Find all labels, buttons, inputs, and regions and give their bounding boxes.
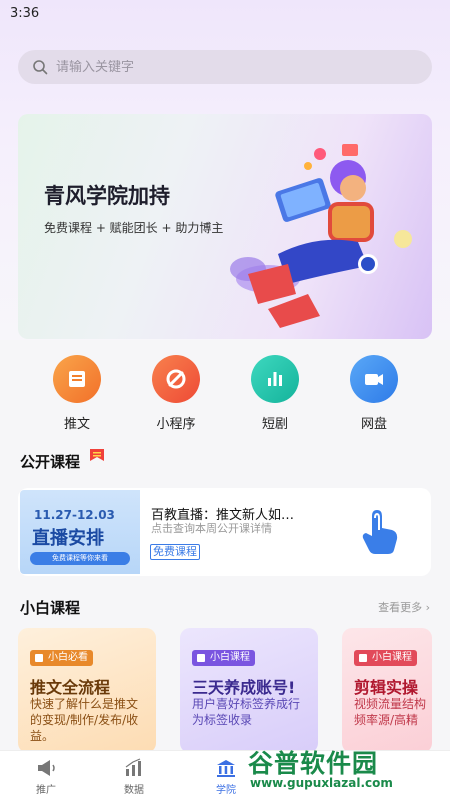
beginner-course-card[interactable]: 小白课程 三天养成账号! 用户喜好标签养成行为标签收录 xyxy=(180,628,318,753)
watermark-text: 谷普软件园 xyxy=(248,749,379,778)
hot-icon xyxy=(90,449,104,461)
banner-illustration xyxy=(230,144,412,328)
tab-label: 数据 xyxy=(124,785,144,796)
banner-subtitle: 免费课程 + 赋能团长 + 助力博主 xyxy=(44,221,224,235)
quick-link-tuiwen[interactable]: 推文 xyxy=(42,355,112,432)
tab-data[interactable]: 数据 xyxy=(104,757,164,796)
quick-link-miniprogram[interactable]: 小程序 xyxy=(141,355,211,432)
beginner-course-card[interactable]: 小白课程 剪辑实操 视频流量结构频率源/高精 xyxy=(342,628,432,753)
tab-label: 推广 xyxy=(36,785,56,796)
see-more-link[interactable]: 查看更多 › xyxy=(378,599,430,615)
quick-link-label: 网盘 xyxy=(360,417,387,432)
hand-tap-icon xyxy=(362,510,398,554)
card-desc: 用户喜好标签养成行为标签收录 xyxy=(192,697,301,727)
course-tag: 免费课程 xyxy=(150,544,200,560)
search-bar[interactable] xyxy=(18,50,432,84)
beginner-courses-title: 小白课程 xyxy=(20,599,81,617)
quick-link-shortdrama[interactable]: 短剧 xyxy=(240,355,310,432)
card-title: 剪辑实操 xyxy=(354,678,419,697)
search-icon xyxy=(33,60,48,75)
thumb-date: 11.27-12.03 xyxy=(34,508,115,522)
beginner-course-card[interactable]: 小白必看 推文全流程 快速了解什么是推文的变现/制作/发布/收益。 xyxy=(18,628,156,753)
course-badge: 小白必看 xyxy=(30,650,93,666)
course-thumbnail: 11.27-12.03 直播安排 免费课程等你来看 xyxy=(20,490,140,574)
quick-link-label: 推文 xyxy=(63,417,90,432)
banner-title: 青风学院加持 xyxy=(44,184,170,208)
card-desc: 快速了解什么是推文的变现/制作/发布/收益。 xyxy=(30,697,139,743)
chart-icon xyxy=(125,758,141,776)
watermark: 谷普软件园 www.gupuxlazal.com xyxy=(248,744,444,794)
card-title: 三天养成账号! xyxy=(192,678,296,697)
thumb-main: 直播安排 xyxy=(32,528,104,549)
watermark-url: www.gupuxlazal.com xyxy=(250,776,393,790)
public-course-card[interactable]: 11.27-12.03 直播安排 免费课程等你来看 百教直播：推文新人如… 点击… xyxy=(18,488,431,576)
quick-link-label: 短剧 xyxy=(261,417,288,432)
quick-link-label: 小程序 xyxy=(156,417,196,432)
card-desc: 视频流量结构频率源/高精 xyxy=(354,697,427,727)
quick-link-netdisk[interactable]: 网盘 xyxy=(339,355,409,432)
book-icon xyxy=(53,355,101,403)
video-camera-icon xyxy=(350,355,398,403)
tab-promote[interactable]: 推广 xyxy=(16,757,76,796)
course-badge: 小白课程 xyxy=(192,650,255,666)
promo-banner[interactable]: 青风学院加持 免费课程 + 赋能团长 + 助力博主 xyxy=(18,114,432,339)
megaphone-icon xyxy=(38,760,55,776)
card-title: 推文全流程 xyxy=(30,678,111,697)
public-courses-title: 公开课程 xyxy=(20,453,81,471)
search-input[interactable] xyxy=(56,59,386,75)
academy-icon xyxy=(217,760,235,777)
quick-links: 推文 小程序 短剧 网盘 xyxy=(0,355,450,435)
course-badge: 小白课程 xyxy=(354,650,417,666)
tab-label: 学院 xyxy=(216,785,236,796)
chart-bar-icon xyxy=(251,355,299,403)
thumb-pill: 免费课程等你来看 xyxy=(30,552,130,565)
course-description: 点击查询本周公开课详情 xyxy=(151,522,272,535)
status-time: 3:36 xyxy=(10,6,40,21)
tab-academy[interactable]: 学院 xyxy=(196,757,256,796)
tools-icon xyxy=(152,355,200,403)
